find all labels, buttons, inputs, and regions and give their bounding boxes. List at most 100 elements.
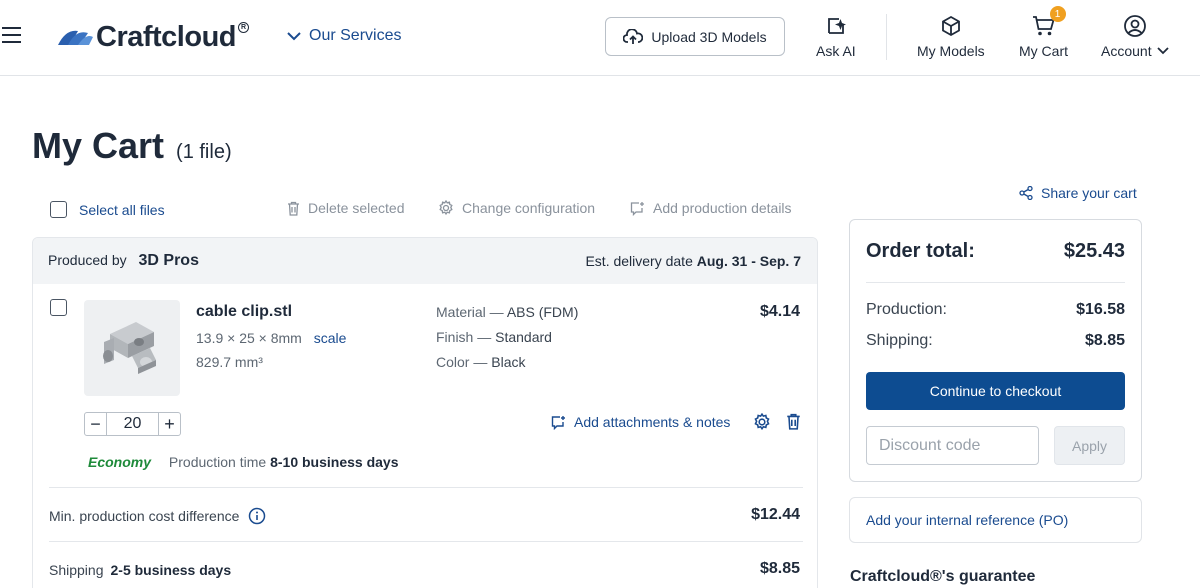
- quantity-stepper: − +: [84, 412, 181, 436]
- production-cost-row: Production: $16.58: [866, 301, 1125, 319]
- registered-mark-icon: R: [238, 22, 249, 33]
- model-volume: 829.7 mm³: [196, 354, 263, 370]
- decrease-quantity-button[interactable]: −: [85, 413, 107, 435]
- order-total-label: Order total:: [866, 240, 975, 262]
- chevron-down-icon: [1156, 47, 1169, 55]
- trash-icon: [288, 201, 299, 216]
- select-all-checkbox[interactable]: [50, 201, 67, 218]
- quantity-input[interactable]: [107, 413, 158, 435]
- note-add-icon: [630, 201, 644, 216]
- color-label: Color —: [436, 354, 488, 370]
- delivery-label: Est. delivery date: [585, 253, 693, 269]
- select-all-files[interactable]: Select all files: [50, 201, 165, 218]
- add-internal-reference-link[interactable]: Add your internal reference (PO): [849, 497, 1142, 543]
- order-summary: Order total: $25.43 Production: $16.58 S…: [849, 219, 1142, 482]
- chevron-down-icon: [287, 31, 301, 40]
- row-divider: [49, 541, 803, 542]
- color-spec: Color — Black: [436, 354, 525, 370]
- vendor-header: Produced by 3D Pros Est. delivery date A…: [33, 238, 817, 284]
- min-cost-row: Min. production cost difference: [49, 507, 266, 525]
- material-value: ABS (FDM): [506, 304, 579, 320]
- min-cost-label: Min. production cost difference: [49, 508, 240, 524]
- item-settings-button[interactable]: [753, 412, 771, 436]
- production-time-value: 8-10 business days: [270, 454, 399, 470]
- ai-sparkle-icon: [827, 18, 846, 34]
- user-circle-icon: [1123, 15, 1146, 37]
- menu-icon[interactable]: [2, 27, 22, 45]
- order-total-value: $25.43: [1063, 240, 1125, 262]
- account-nav[interactable]: Account: [1101, 12, 1169, 59]
- finish-spec: Finish — Standard: [436, 329, 552, 345]
- item-price: $4.14: [759, 303, 800, 320]
- brand-name: Craftcloud: [96, 20, 237, 53]
- shipping-label: Shipping: [49, 562, 104, 578]
- cable-clip-model-icon: [103, 322, 156, 374]
- scale-link[interactable]: scale: [314, 330, 347, 346]
- upload-3d-models-button[interactable]: Upload 3D Models: [605, 17, 785, 56]
- cloud-upload-icon: [623, 28, 644, 44]
- select-all-label: Select all files: [79, 201, 165, 218]
- model-thumbnail[interactable]: [84, 300, 180, 396]
- change-configuration-button[interactable]: Change configuration: [438, 200, 595, 216]
- cart-vendor-card: Produced by 3D Pros Est. delivery date A…: [32, 237, 818, 588]
- produced-by-label: Produced by: [48, 252, 127, 268]
- brand-logo[interactable]: Craftcloud R: [56, 20, 249, 54]
- share-cart-link[interactable]: Share your cart: [1019, 185, 1137, 201]
- ask-ai-nav[interactable]: Ask AI: [816, 12, 856, 59]
- vendor-name: 3D Pros: [138, 252, 199, 269]
- my-cart-label: My Cart: [1019, 43, 1068, 59]
- change-configuration-label: Change configuration: [462, 200, 596, 216]
- min-cost-value: $12.44: [751, 506, 800, 523]
- my-models-label: My Models: [917, 43, 985, 59]
- craftcloud-logo-icon: [58, 30, 93, 45]
- continue-to-checkout-button[interactable]: Continue to checkout: [866, 372, 1125, 410]
- cube-icon: [941, 15, 960, 37]
- delivery-dates: Aug. 31 - Sep. 7: [696, 253, 801, 269]
- our-services-label: Our Services: [309, 27, 402, 44]
- upload-label: Upload 3D Models: [651, 28, 767, 45]
- guarantee-heading: Craftcloud®'s guarantee: [850, 568, 1036, 585]
- apply-discount-button[interactable]: Apply: [1054, 426, 1125, 465]
- shipping-value: $8.85: [759, 560, 800, 577]
- discount-code-input[interactable]: [866, 426, 1039, 465]
- production-cost-value: $16.58: [1076, 301, 1125, 318]
- add-production-details-button[interactable]: Add production details: [630, 200, 792, 216]
- delete-item-button[interactable]: [786, 413, 801, 435]
- gear-icon: [439, 200, 453, 216]
- our-services-menu[interactable]: Our Services: [287, 27, 401, 45]
- delete-selected-label: Delete selected: [308, 200, 405, 216]
- shipping-cost-label: Shipping:: [866, 332, 933, 349]
- color-value: Black: [491, 354, 526, 370]
- delete-selected-button[interactable]: Delete selected: [287, 200, 405, 216]
- production-time: Economy Production time 8-10 business da…: [88, 454, 398, 470]
- account-label: Account: [1101, 43, 1152, 59]
- production-cost-label: Production:: [866, 301, 947, 318]
- my-cart-nav[interactable]: 1 My Cart: [1019, 6, 1068, 59]
- material-spec: Material — ABS (FDM): [436, 304, 578, 320]
- share-cart-label: Share your cart: [1041, 185, 1137, 201]
- finish-label: Finish —: [436, 329, 492, 345]
- dimensions-value: 13.9 × 25 × 8mm: [196, 330, 302, 346]
- my-models-nav[interactable]: My Models: [917, 12, 985, 59]
- file-count: (1 file): [176, 141, 232, 163]
- row-divider: [49, 487, 803, 488]
- add-attachments-link[interactable]: Add attachments & notes: [551, 414, 730, 430]
- file-name: cable clip.stl: [196, 303, 293, 320]
- shipping-cost-row: Shipping: $8.85: [866, 332, 1125, 350]
- share-icon: [1019, 186, 1033, 200]
- add-attachments-label: Add attachments & notes: [574, 414, 731, 430]
- model-dimensions: 13.9 × 25 × 8mm scale: [196, 330, 346, 346]
- increase-quantity-button[interactable]: +: [158, 413, 180, 435]
- top-header: Craftcloud R Our Services Upload 3D Mode…: [0, 0, 1200, 76]
- material-label: Material —: [436, 304, 504, 320]
- production-speed: Economy: [88, 454, 152, 470]
- shipping-row: Shipping 2-5 business days: [49, 562, 231, 578]
- item-checkbox[interactable]: [50, 299, 67, 316]
- info-icon[interactable]: [248, 507, 266, 525]
- gear-icon: [754, 412, 770, 431]
- page-heading: My Cart: [32, 125, 165, 166]
- note-add-icon: [551, 415, 565, 430]
- summary-divider: [866, 282, 1125, 283]
- shipping-cost-value: $8.85: [1084, 332, 1125, 349]
- nav-divider: [886, 14, 887, 60]
